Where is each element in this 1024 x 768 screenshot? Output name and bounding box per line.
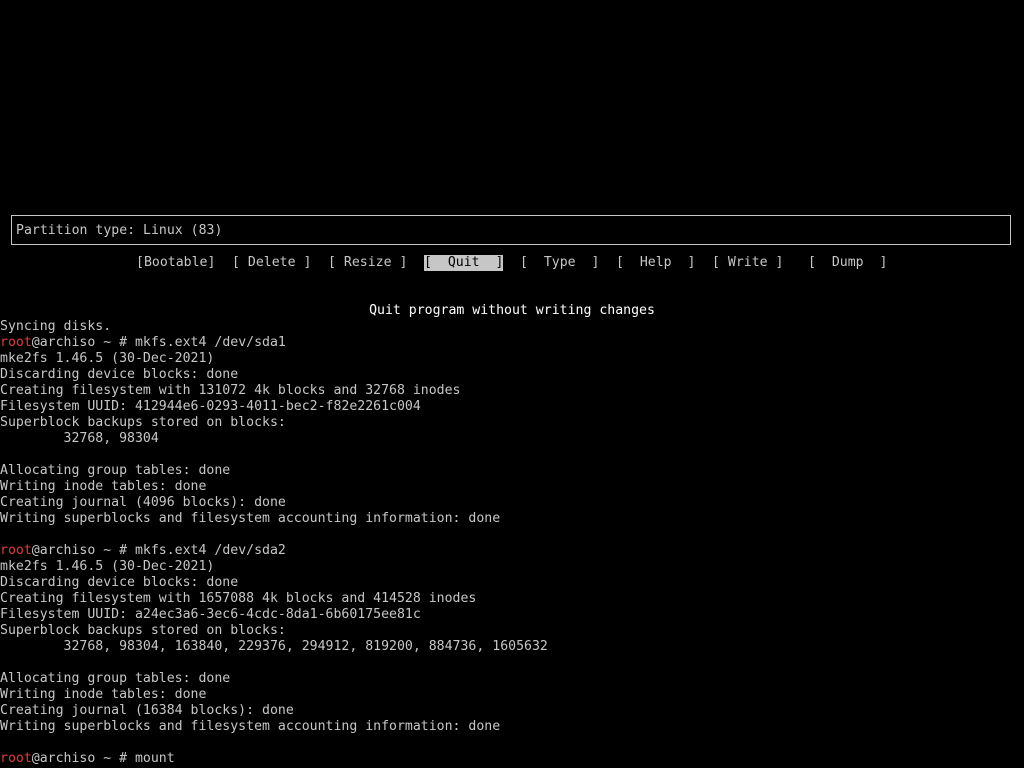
dump-button[interactable]: [ Dump ] bbox=[808, 255, 887, 271]
partition-type-text: Partition type: Linux (83) bbox=[16, 223, 223, 238]
prompt-host: @archiso ~ # bbox=[31, 335, 135, 350]
output-line: Creating journal (16384 blocks): done bbox=[0, 703, 294, 718]
output-line: Creating journal (4096 blocks): done bbox=[0, 495, 286, 510]
output-line: 32768, 98304, 163840, 229376, 294912, 81… bbox=[0, 639, 548, 654]
output-line: mke2fs 1.46.5 (30-Dec-2021) bbox=[0, 351, 215, 366]
output-line: Allocating group tables: done bbox=[0, 463, 231, 478]
delete-button[interactable]: [ Delete ] bbox=[232, 255, 311, 271]
output-line: Filesystem UUID: 412944e6-0293-4011-bec2… bbox=[0, 399, 421, 414]
command-line: root@archiso ~ # mkfs.ext4 /dev/sda1 bbox=[0, 335, 1024, 351]
output-line: Writing superblocks and filesystem accou… bbox=[0, 719, 501, 734]
command-line: root@archiso ~ # mount bbox=[0, 751, 1024, 767]
command-text: mount bbox=[134, 751, 175, 766]
command-text: mkfs.ext4 /dev/sda1 bbox=[134, 335, 286, 350]
output-line: Allocating group tables: done bbox=[0, 671, 231, 686]
prompt-host: @archiso ~ # bbox=[31, 543, 135, 558]
partition-info-box: Partition type: Linux (83) bbox=[11, 215, 1011, 245]
quit-button[interactable]: [ Quit ] bbox=[424, 255, 504, 271]
prompt-host: @archiso ~ # bbox=[31, 751, 135, 766]
output-line: Writing superblocks and filesystem accou… bbox=[0, 511, 501, 526]
bootable-button[interactable]: [Bootable] bbox=[136, 255, 215, 271]
output-line: Discarding device blocks: done bbox=[0, 575, 239, 590]
output-line: Discarding device blocks: done bbox=[0, 367, 239, 382]
type-button[interactable]: [ Type ] bbox=[520, 255, 599, 271]
menu-description: Quit program without writing changes bbox=[369, 303, 655, 318]
help-button[interactable]: [ Help ] bbox=[616, 255, 695, 271]
output-line: Creating filesystem with 1657088 4k bloc… bbox=[0, 591, 477, 606]
output-line: Syncing disks. bbox=[0, 319, 112, 334]
write-button[interactable]: [ Write ] bbox=[712, 255, 783, 271]
cfdisk-menu-bar: [Bootable] [ Delete ] [ Resize ] [ Quit … bbox=[0, 255, 1024, 271]
console-output: Syncing disks. root@archiso ~ # mkfs.ext4… bbox=[0, 319, 1024, 767]
resize-button[interactable]: [ Resize ] bbox=[328, 255, 407, 271]
output-line: Filesystem UUID: a24ec3a6-3ec6-4cdc-8da1… bbox=[0, 607, 421, 622]
output-line: Writing inode tables: done bbox=[0, 479, 207, 494]
command-text: mkfs.ext4 /dev/sda2 bbox=[134, 543, 286, 558]
output-line: Writing inode tables: done bbox=[0, 687, 207, 702]
command-line: root@archiso ~ # mkfs.ext4 /dev/sda2 bbox=[0, 543, 1024, 559]
prompt-user: root bbox=[0, 543, 32, 558]
prompt-user: root bbox=[0, 335, 32, 350]
output-line: 32768, 98304 bbox=[0, 431, 159, 446]
output-line: Superblock backups stored on blocks: bbox=[0, 623, 286, 638]
prompt-user: root bbox=[0, 751, 32, 766]
output-line: Creating filesystem with 131072 4k block… bbox=[0, 383, 461, 398]
output-line: Superblock backups stored on blocks: bbox=[0, 415, 286, 430]
output-line: mke2fs 1.46.5 (30-Dec-2021) bbox=[0, 559, 215, 574]
terminal-screen: Partition type: Linux (83) [Bootable] [ … bbox=[0, 0, 1024, 768]
